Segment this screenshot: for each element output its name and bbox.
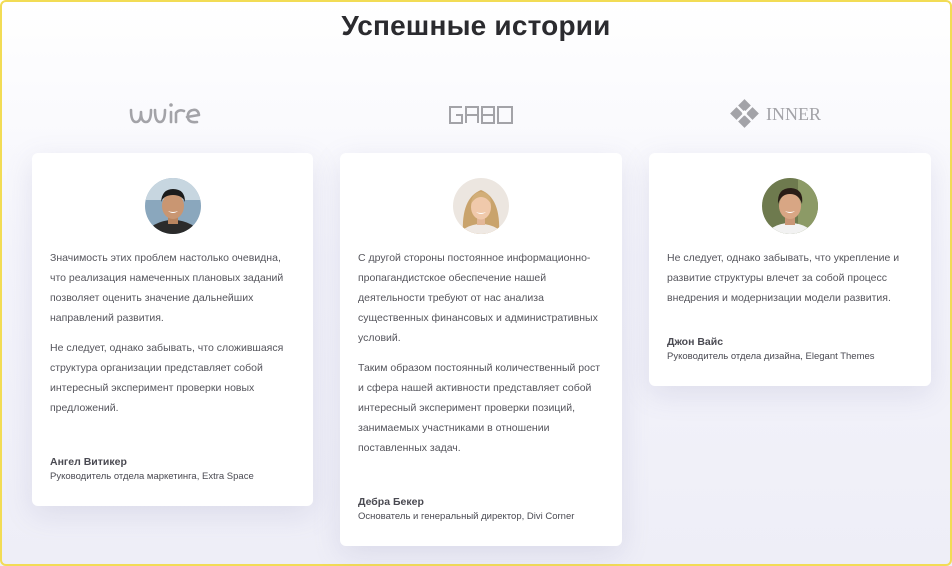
testimonial-card: Значимость этих проблем настолько очевид… [32, 153, 313, 506]
author-block: Ангел Витикер Руководитель отдела маркет… [50, 455, 300, 484]
inner-logo: INNER [730, 95, 860, 135]
section-title: Успешные истории [341, 10, 611, 41]
testimonial-text: Не следует, однако забывать, что сложивш… [50, 342, 284, 414]
author-block: Джон Вайс Руководитель отдела дизайна, E… [667, 335, 917, 364]
testimonial-card: Не следует, однако забывать, что укрепле… [649, 153, 931, 386]
testimonial-text: С другой стороны постоянное информационн… [358, 252, 598, 344]
testimonial-card: С другой стороны постоянное информационн… [340, 153, 622, 546]
gabo-logo [432, 95, 532, 135]
author-name: Ангел Витикер [50, 456, 127, 468]
svg-text:INNER: INNER [766, 104, 821, 124]
author-role: Основатель и генеральный директор, Divi … [358, 511, 575, 522]
testimonial-text: Значимость этих проблем настолько очевид… [50, 252, 284, 324]
author-name: Дебра Бекер [358, 496, 424, 508]
author-block: Дебра Бекер Основатель и генеральный дир… [358, 495, 608, 524]
testimonial-text: Таким образом постоянный количественный … [358, 362, 601, 454]
author-name: Джон Вайс [667, 336, 724, 348]
author-role: Руководитель отдела дизайна, Elegant The… [667, 351, 875, 362]
uiire-logo [112, 95, 232, 135]
author-role: Руководитель отдела маркетинга, Extra Sp… [50, 471, 254, 482]
testimonial-text: Не следует, однако забывать, что укрепле… [667, 252, 900, 304]
avatar [453, 178, 509, 234]
avatar [144, 178, 201, 234]
avatar [762, 178, 818, 234]
